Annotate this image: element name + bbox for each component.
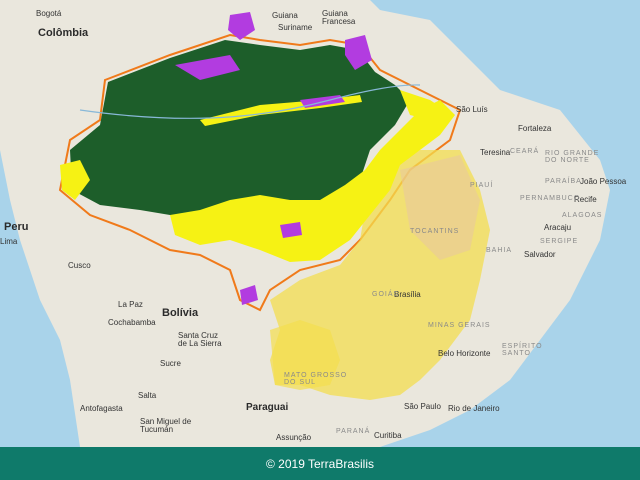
label-ceara: CEARÁ [510,148,540,155]
label-curitiba: Curitiba [374,431,402,440]
label-cusco: Cusco [68,261,91,270]
label-peru: Peru [4,221,29,233]
label-parana: PARANÁ [336,428,371,435]
label-fortaleza: Fortaleza [518,124,552,133]
label-guiana: Guiana [272,11,298,20]
label-belo-horizonte: Belo Horizonte [438,349,491,358]
label-goias: GOIÁS [372,291,400,298]
map-view[interactable]: Colômbia Peru Bolívia Paraguai Guiana Su… [0,0,640,447]
label-antofagasta: Antofagasta [80,404,123,413]
label-rio-de-janeiro: Rio de Janeiro [448,404,500,413]
label-paraguai: Paraguai [246,402,289,413]
label-salta: Salta [138,391,157,400]
label-san-miguel: San Miguel de Tucumán [140,417,192,434]
copyright-text: © 2019 TerraBrasilis [266,456,374,471]
label-joao-pessoa: João Pessoa [580,177,627,186]
footer-bar: © 2019 TerraBrasilis [0,447,640,480]
label-paraiba: PARAÍBA [545,178,582,185]
label-santa-cruz: Santa Cruz de La Sierra [178,331,222,348]
label-sao-luis: São Luís [456,105,488,114]
label-suriname: Suriname [278,23,313,32]
label-sao-paulo: São Paulo [404,402,441,411]
label-la-paz: La Paz [118,300,143,309]
label-tocantins: TOCANTINS [410,228,460,235]
label-bahia: BAHIA [486,247,513,254]
label-sergipe: SERGIPE [540,238,579,245]
label-bolivia: Bolívia [162,307,199,319]
label-salvador: Salvador [524,250,556,259]
label-lima: Lima [0,237,18,246]
label-pernambuco: PERNAMBUCO [520,195,581,202]
label-alagoas: ALAGOAS [562,212,603,219]
label-colombia: Colômbia [38,27,89,39]
label-espirito-santo: ESPÍRITO SANTO [502,343,543,357]
label-assuncao: Assunção [276,433,312,442]
label-minas-gerais: MINAS GERAIS [428,322,491,329]
label-mato-grosso-do-sul: MATO GROSSO DO SUL [284,372,348,386]
label-guiana-francesa: Guiana Francesa [322,9,356,26]
label-sucre: Sucre [160,359,181,368]
label-bogota: Bogotá [36,9,62,18]
label-aracaju: Aracaju [544,223,572,232]
label-cochabamba: Cochabamba [108,318,156,327]
label-rio-grande-do-norte: RIO GRANDE DO NORTE [545,150,600,164]
label-teresina: Teresina [480,148,511,157]
label-piaui: PIAUÍ [470,182,494,189]
